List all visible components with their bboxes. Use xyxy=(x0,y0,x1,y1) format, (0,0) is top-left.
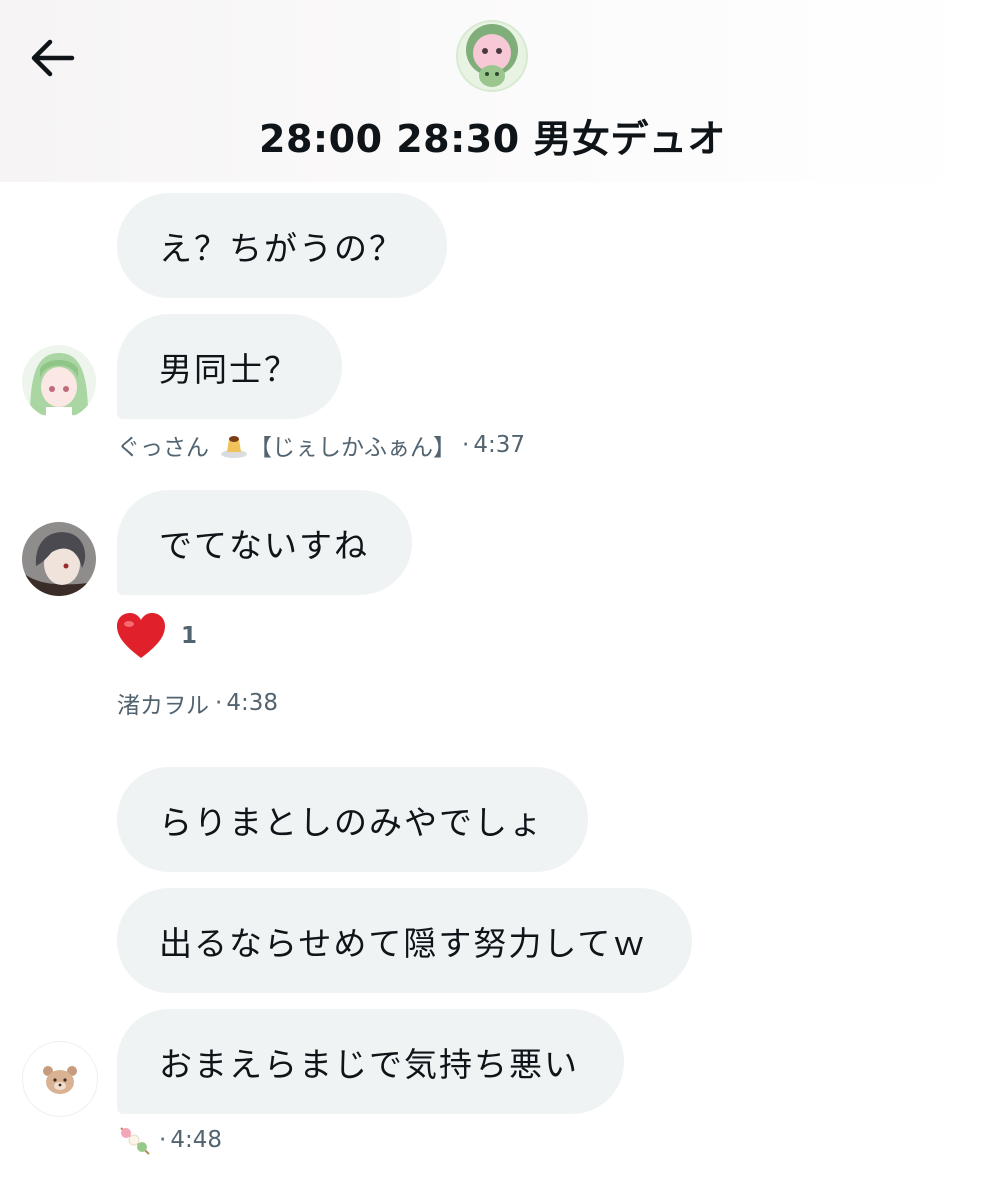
message-text: おまえらまじで気持ち悪い xyxy=(159,1044,579,1084)
message-time: 4:37 xyxy=(473,432,525,458)
meta-separator: · xyxy=(215,690,223,716)
conversation-header: 28:00 28:30 男女デュオ xyxy=(0,0,985,182)
meta-separator: · xyxy=(462,432,470,458)
message-bubble[interactable]: らりまとしのみやでしょ xyxy=(117,767,588,872)
message-text: らりまとしのみやでしょ xyxy=(159,802,544,842)
message-text: でてないすね xyxy=(159,525,369,565)
dm-conversation: 28:00 28:30 男女デュオ え？ちがうの？ 男同士？ ぐっさん 【じぇし… xyxy=(0,0,985,1200)
group-avatar-image xyxy=(456,20,528,92)
message-meta: 渚カヲル · 4:38 xyxy=(117,686,278,720)
sender-name[interactable]: 渚カヲル xyxy=(117,686,209,720)
avatar-bear-image xyxy=(43,1066,77,1094)
sender-name[interactable]: ぐっさん xyxy=(117,428,209,462)
message-meta: · 4:48 xyxy=(117,1124,222,1156)
arrow-left-icon xyxy=(31,39,75,77)
message-text: 出るならせめて隠す努力してｗ xyxy=(159,923,648,963)
message-time: 4:48 xyxy=(170,1127,222,1153)
group-avatar[interactable] xyxy=(456,20,528,92)
conversation-title: 28:00 28:30 男女デュオ xyxy=(259,117,726,161)
sender-avatar[interactable] xyxy=(22,1041,98,1117)
sender-avatar[interactable] xyxy=(22,522,96,596)
message-text: 男同士？ xyxy=(159,349,299,389)
back-button[interactable] xyxy=(22,30,82,86)
avatar-dark-hair-image xyxy=(22,522,96,596)
message-text: え？ちがうの？ xyxy=(159,228,404,268)
avatar-green-hair-image xyxy=(22,345,96,419)
dango-icon xyxy=(120,1127,150,1155)
message-bubble[interactable]: え？ちがうの？ xyxy=(117,193,447,298)
reaction-count: 1 xyxy=(181,623,198,649)
message-bubble[interactable]: おまえらまじで気持ち悪い xyxy=(117,1009,624,1114)
reaction-heart[interactable]: 1 xyxy=(115,612,197,660)
message-time: 4:38 xyxy=(226,690,278,716)
sender-badge: 【じぇしかふぁん】 xyxy=(249,435,456,461)
meta-separator: · xyxy=(159,1127,167,1153)
message-bubble[interactable]: 出るならせめて隠す努力してｗ xyxy=(117,888,692,993)
message-bubble[interactable]: 男同士？ xyxy=(117,314,342,419)
sender-avatar[interactable] xyxy=(22,345,96,419)
heart-icon xyxy=(117,613,165,658)
message-meta: ぐっさん 【じぇしかふぁん】 · 4:37 xyxy=(117,428,525,462)
pudding-icon xyxy=(221,436,247,458)
message-bubble[interactable]: でてないすね xyxy=(117,490,412,595)
